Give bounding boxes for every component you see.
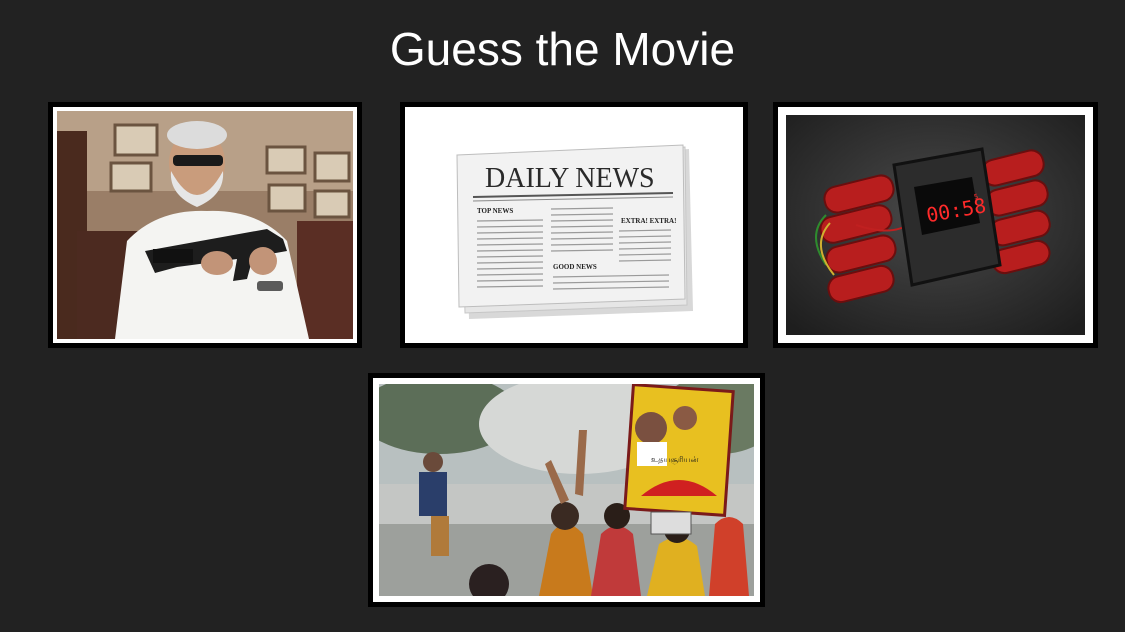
newspaper-top-news: TOP NEWS (477, 207, 513, 215)
time-bomb-icon: 00:58 5 (786, 115, 1085, 335)
man-with-gun-icon (57, 111, 353, 339)
clue-image-man-with-gun[interactable] (48, 102, 362, 348)
clue-image-time-bomb[interactable]: 00:58 5 (773, 102, 1098, 348)
newspaper-headline: DAILY NEWS (485, 163, 655, 194)
slide-title: Guess the Movie (389, 23, 736, 75)
newspaper-icon: DAILY NEWS TOP NEWS EXTRA! EXTRA! GOOD N… (407, 109, 741, 341)
clue-image-celebration[interactable]: உதயசூரியன் (368, 373, 765, 607)
newspaper-good-news: GOOD NEWS (553, 263, 597, 271)
celebration-crowd-icon: உதயசூரியன் (379, 384, 754, 596)
poster-text: உதயசூரியன் (651, 455, 699, 465)
clue-image-newspaper[interactable]: DAILY NEWS TOP NEWS EXTRA! EXTRA! GOOD N… (400, 102, 748, 348)
newspaper-extra: EXTRA! EXTRA! (621, 217, 676, 225)
